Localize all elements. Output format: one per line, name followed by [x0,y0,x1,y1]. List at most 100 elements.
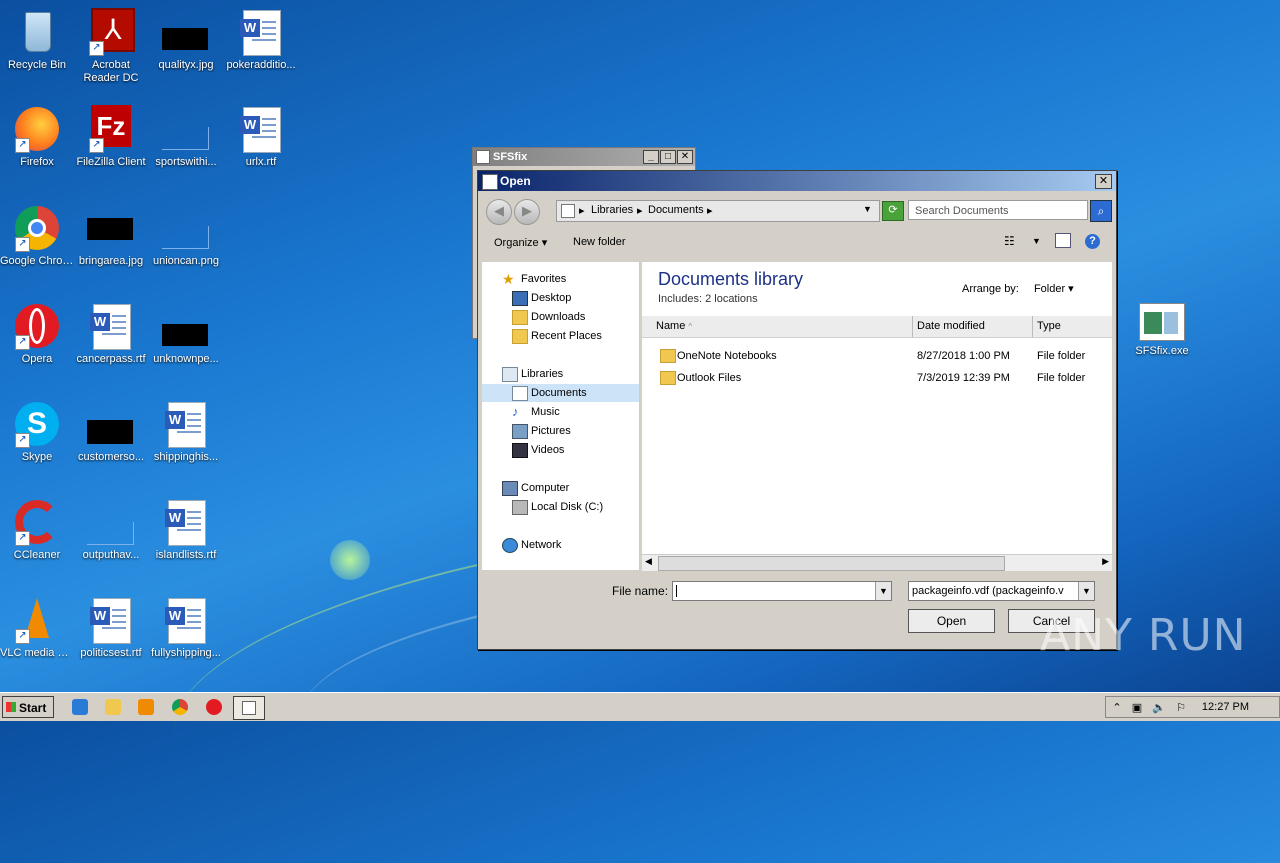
breadcrumb-libraries[interactable]: Libraries [591,204,633,216]
table-row[interactable]: Outlook Files 7/3/2019 12:39 PM File fol… [642,368,1112,388]
desktop-icon-urlx[interactable]: W urlx.rtf [224,105,298,169]
column-type[interactable]: Type [1037,320,1061,332]
taskbar-sfsfix-button[interactable] [233,696,265,720]
opera-icon: ↗ [13,302,61,350]
desktop-icon-pokeradditio[interactable]: W pokeradditio... [224,8,298,72]
chevron-right-icon[interactable]: ▸ [707,204,713,217]
desktop-icon-qualityx[interactable]: qualityx.jpg [149,8,223,72]
desktop-icon-sportswithi[interactable]: sportswithi... [149,105,223,169]
clock[interactable]: 12:27 PM [1202,701,1249,713]
horizontal-scrollbar[interactable]: ◀ ▶ [642,554,1112,571]
recent-places-icon [512,329,528,344]
nav-label: Downloads [531,311,586,323]
view-options-icon[interactable]: ☷ [1004,234,1015,248]
desktop-icon-outputhav[interactable]: outputhav... [74,498,148,562]
desktop-icon-cancerpass[interactable]: W cancerpass.rtf [74,302,148,366]
desktop-icon-politicsest[interactable]: W politicsest.rtf [74,596,148,660]
desktop-icon-islandlists[interactable]: W islandlists.rtf [149,498,223,562]
desktop-icon-opera[interactable]: ↗ Opera [0,302,74,366]
minimize-icon[interactable]: _ [643,150,659,164]
table-row[interactable]: OneNote Notebooks 8/27/2018 1:00 PM File… [642,346,1112,366]
scroll-right-icon[interactable]: ▶ [1102,556,1109,567]
word-document-icon: W [87,302,135,350]
desktop-icon-label: sportswithi... [155,156,217,168]
show-hidden-icons-icon[interactable]: ⌃ [1110,701,1124,715]
chevron-right-icon[interactable]: ▸ [579,204,585,217]
refresh-button[interactable]: ⟳ [882,201,904,221]
desktop-icon-recycle-bin[interactable]: Recycle Bin [0,8,74,72]
folder-icon [660,349,676,363]
desktop-icon-label: fullyshipping... [151,647,221,659]
chevron-down-icon[interactable]: ▼ [875,582,891,600]
desktop-icon-customerso[interactable]: customerso... [74,400,148,464]
image-file-icon [87,498,135,546]
open-dialog[interactable]: Open ✕ ◀ ▶ ▸ Libraries ▸ Documents ▸ ▼ ⟳… [477,170,1117,650]
desktop-icon-acrobat[interactable]: ⅄ ↗ Acrobat Reader DC [74,8,148,85]
desktop-icon-chrome[interactable]: ↗ Google Chrome [0,204,74,268]
breadcrumb-documents[interactable]: Documents [648,204,704,216]
desktop-icon-firefox[interactable]: ↗ Firefox [0,105,74,169]
vlc-icon: ↗ [13,596,61,644]
desktop-icon-ccleaner[interactable]: ↗ CCleaner [0,498,74,562]
desktop-icon-bringarea[interactable]: bringarea.jpg [74,204,148,268]
arrange-by: Arrange by: Folder ▾ [962,282,1074,295]
desktop-icon-label: Google Chrome [0,255,74,267]
open-dialog-titlebar[interactable]: Open ✕ [478,171,1116,191]
new-folder-button[interactable]: New folder [573,236,626,248]
address-dropdown-icon[interactable]: ▼ [863,204,872,214]
arrange-by-dropdown[interactable]: Folder ▾ [1034,283,1074,295]
downloads-folder-icon [512,310,528,325]
desktop-icon-label: Opera [21,353,53,365]
star-icon: ★ [502,271,515,287]
column-name[interactable]: Name ^ [656,320,692,332]
desktop-icon-shippinghis[interactable]: W shippinghis... [149,400,223,464]
scrollbar-thumb[interactable] [658,556,1005,571]
open-button[interactable]: Open [908,609,995,633]
explorer-icon[interactable] [105,699,121,715]
chrome-icon[interactable] [172,699,188,715]
desktop-icon-label: SFSfix.exe [1135,345,1189,357]
firefox-icon: ↗ [13,105,61,153]
desktop-icon-unknownpe[interactable]: unknownpe... [149,302,223,366]
volume-icon[interactable]: 🔈 [1152,701,1166,715]
chevron-down-icon[interactable]: ▼ [1078,582,1094,600]
file-type-filter[interactable]: packageinfo.vdf (packageinfo.v ▼ [908,581,1095,601]
back-button[interactable]: ◀ [486,199,512,225]
column-date-modified[interactable]: Date modified [917,320,985,332]
desktop-icon-vlc[interactable]: ↗ VLC media player [0,596,74,660]
desktop-icon-filezilla[interactable]: Fz ↗ FileZilla Client [74,105,148,169]
close-icon[interactable]: ✕ [1095,174,1112,189]
desktop-icon-sfsfix-exe[interactable]: SFSfix.exe [1125,303,1199,357]
help-icon[interactable]: ? [1085,234,1100,249]
action-center-flag-icon[interactable]: ⚐ [1174,701,1188,715]
row-date: 7/3/2019 12:39 PM [917,372,1010,384]
desktop-icon-label: pokeradditio... [226,59,296,71]
nav-documents[interactable]: Documents [482,384,639,402]
chevron-down-icon[interactable]: ▼ [1032,236,1041,246]
search-icon[interactable]: ⌕ [1090,200,1112,222]
start-button[interactable]: Start [2,696,54,718]
forward-button[interactable]: ▶ [514,199,540,225]
scroll-left-icon[interactable]: ◀ [645,556,652,567]
sfsfix-titlebar[interactable]: SFSfix _ □ ✕ [473,148,695,166]
address-bar[interactable]: ▸ Libraries ▸ Documents ▸ ▼ [556,200,880,222]
maximize-icon[interactable]: □ [660,150,676,164]
arrange-by-value: Folder [1033,283,1066,295]
preview-pane-icon[interactable] [1055,233,1071,248]
search-input[interactable]: Search Documents [908,200,1088,220]
opera-icon[interactable] [206,699,222,715]
column-divider[interactable] [1032,316,1033,337]
file-name-input[interactable]: ▼ [672,581,892,601]
organize-menu[interactable]: Organize ▾ [494,236,547,249]
column-divider[interactable] [912,316,913,337]
desktop-icon-unioncan[interactable]: unioncan.png [149,204,223,268]
desktop-icon-skype[interactable]: S ↗ Skype [0,400,74,464]
desktop-icon-fullyshipping[interactable]: W fullyshipping... [149,596,223,660]
chevron-right-icon[interactable]: ▸ [637,204,643,217]
library-includes[interactable]: Includes: 2 locations [658,293,758,305]
internet-explorer-icon[interactable] [72,699,88,715]
close-icon[interactable]: ✕ [677,150,693,164]
network-tray-icon[interactable]: ▣ [1130,701,1144,715]
media-player-icon[interactable] [138,699,154,715]
desktop-icon-label: Recycle Bin [7,59,67,71]
